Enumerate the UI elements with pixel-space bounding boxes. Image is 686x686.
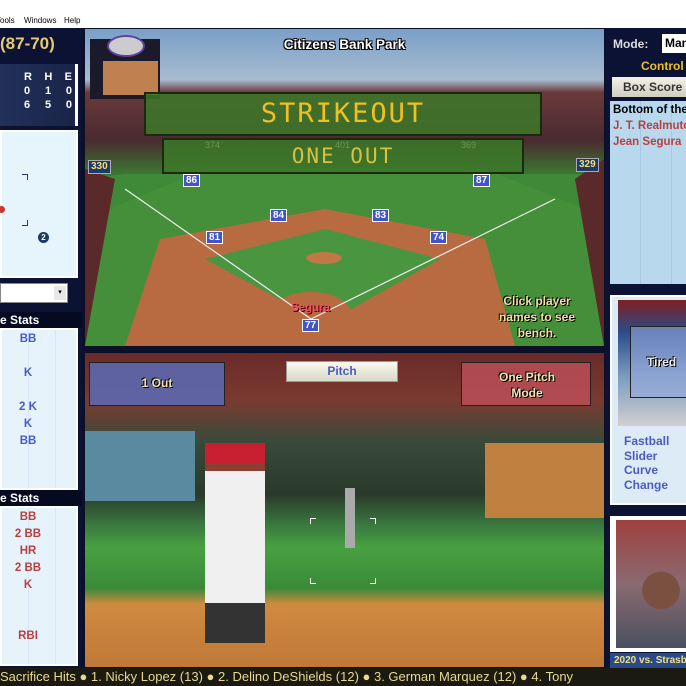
base-marker-icon — [22, 220, 28, 226]
menu-bar: Tools Windows Help — [0, 0, 686, 28]
away-runs: 0 — [24, 85, 31, 97]
pitch-list: Fastball Slider Curve Change — [624, 434, 669, 492]
inning-text: Bottom of the — [613, 104, 686, 116]
outs-indicator: 1 Out — [89, 362, 225, 406]
pitch-curve[interactable]: Curve — [624, 463, 669, 478]
chevron-down-icon[interactable]: ▾ — [54, 286, 66, 300]
batter-name-link[interactable]: Segura — [291, 302, 330, 314]
header-h: H — [44, 71, 53, 83]
menu-help[interactable]: Help — [64, 16, 80, 25]
outs-label: 1 Out — [141, 376, 173, 390]
stats-header-2: e Stats — [0, 490, 82, 506]
menu-tools[interactable]: Tools — [0, 16, 15, 25]
runner-icon — [0, 206, 5, 213]
fielder-badge: 2 — [38, 232, 49, 243]
wall-distance-lc: 374 — [205, 140, 221, 150]
stat-item: HR — [19, 545, 37, 557]
stat-item: BB — [19, 333, 37, 345]
stands-right — [485, 443, 604, 518]
play-by-play: Bottom of the J. T. Realmuto Jean Segura — [610, 101, 686, 284]
stadium-name: Citizens Bank Park — [283, 37, 406, 52]
team-select[interactable]: ▾ — [0, 283, 68, 303]
menu-windows[interactable]: Windows — [24, 16, 56, 25]
wall-distance-cf: 401 — [335, 140, 351, 150]
pitch-fastball[interactable]: Fastball — [624, 434, 669, 449]
stat-item: BB — [19, 511, 37, 523]
wall-distance-rc: 369 — [461, 140, 477, 150]
header-e: E — [64, 71, 72, 83]
fielder-2b[interactable]: 83 — [372, 209, 390, 222]
mode-select[interactable]: Manual — [662, 34, 686, 53]
base-marker-icon — [22, 174, 28, 180]
batter-figure — [205, 443, 265, 643]
control-label: Control — [641, 59, 684, 73]
fielder-3b[interactable]: 81 — [206, 231, 224, 244]
player-link[interactable]: J. T. Realmuto — [613, 120, 686, 132]
home-hits: 5 — [44, 99, 52, 111]
bench-hint: Click player names to see bench. — [498, 294, 576, 340]
home-errors: 0 — [65, 99, 72, 111]
wall-distance-left: 330 — [88, 160, 111, 174]
left-panel: (87-70) RHE 0 1 0 6 5 0 2 ▾ e Stats BB K 2 K… — [0, 28, 82, 668]
linescore: RHE 0 1 0 6 5 0 — [0, 64, 78, 126]
fielder-lf[interactable]: 86 — [183, 174, 201, 187]
result-banner: STRIKEOUT — [144, 92, 542, 136]
wall-distance-right: 329 — [576, 158, 599, 172]
batter-caption: 2020 vs. Strasburg — [610, 653, 686, 668]
fielder-1b[interactable]: 74 — [430, 231, 448, 244]
box-score-button[interactable]: Box Score — [612, 77, 686, 97]
home-runs: 6 — [24, 99, 31, 111]
stat-item: K — [23, 367, 33, 379]
one-pitch-mode-button[interactable]: One Pitch Mode — [461, 362, 591, 406]
right-panel: Mode: Manual Control Box Score Bottom of… — [605, 28, 686, 668]
stat-item: 2 BB — [14, 562, 42, 574]
stats-list-1: BB K 2 K K BB — [0, 328, 78, 490]
stat-item: K — [23, 418, 33, 430]
fielder-ss[interactable]: 84 — [270, 209, 288, 222]
pitcher-photo: Tired — [618, 300, 686, 426]
diamond-view: 2 — [0, 130, 78, 278]
away-errors: 0 — [65, 85, 72, 97]
pitch-button[interactable]: Pitch — [286, 361, 398, 382]
pitcher-card: Tired Fastball Slider Curve Change — [610, 295, 686, 505]
stats-list-2: BB 2 BB HR 2 BB K RBI — [0, 506, 78, 666]
stat-item: RBI — [18, 630, 38, 642]
stat-item: BB — [19, 435, 37, 447]
stats-header-1: e Stats — [0, 312, 82, 328]
stands-left — [85, 431, 195, 501]
player-link[interactable]: Jean Segura — [613, 136, 681, 148]
team-record: (87-70) — [0, 34, 55, 53]
fielder-rf[interactable]: 87 — [473, 174, 491, 187]
stat-item: 2 K — [19, 401, 37, 413]
stat-item: K — [23, 579, 33, 591]
away-hits: 1 — [44, 85, 52, 97]
header-r: R — [24, 71, 32, 83]
fatigue-status: Tired — [647, 355, 677, 369]
fielder-c[interactable]: 77 — [302, 319, 320, 332]
stat-item: 2 BB — [14, 528, 42, 540]
strike-zone — [309, 517, 377, 585]
batter-card — [610, 516, 686, 652]
mode-label: One Pitch Mode — [498, 370, 555, 400]
stats-ticker: Sacrifice Hits ● 1. Nicky Lopez (13) ● 2… — [0, 668, 686, 686]
batter-photo — [616, 520, 686, 648]
game-view: 1 Out Pitch One Pitch Mode — [85, 353, 604, 667]
mode-label: Mode: — [613, 37, 649, 51]
pitch-change[interactable]: Change — [624, 478, 669, 493]
pitch-slider[interactable]: Slider — [624, 449, 669, 464]
stadium-view: Citizens Bank Park STRIKEOUT ONE OUT 374… — [85, 29, 604, 346]
linescore-table: RHE 0 1 0 6 5 0 — [24, 70, 72, 112]
